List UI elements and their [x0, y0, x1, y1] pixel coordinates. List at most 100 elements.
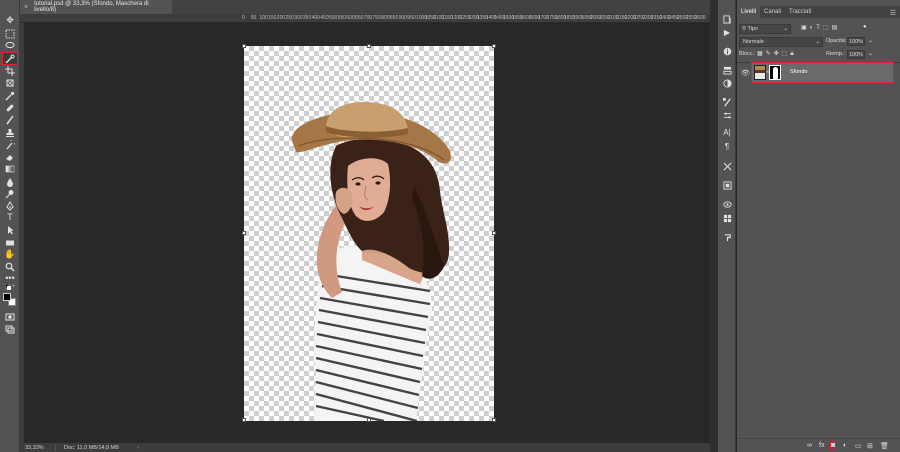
- quick-mask-icon[interactable]: [3, 311, 17, 322]
- layers-panel-tabs: Livelli Canali Tracciati: [737, 6, 900, 18]
- marquee-tool-icon[interactable]: [3, 28, 17, 39]
- filter-smart-object-icon[interactable]: ▤: [832, 25, 841, 31]
- styles-panel-icon[interactable]: [722, 232, 732, 242]
- layer-row[interactable]: 👁︎ ∞ Sfondo: [737, 62, 900, 83]
- zoom-level[interactable]: 33,33%: [20, 444, 56, 451]
- layer-name[interactable]: Sfondo: [790, 69, 807, 75]
- ruler-tick-label: 450: [320, 15, 329, 21]
- document-tab[interactable]: × tutorial.psd @ 33,3% (Sfondo, Maschera…: [20, 0, 172, 14]
- layer-mask-thumbnail[interactable]: [769, 65, 781, 80]
- tools-panel: ✥ T ✋ •••: [0, 0, 20, 452]
- panel-menu-icon[interactable]: ☰: [890, 9, 896, 17]
- zoom-tool-icon[interactable]: [3, 261, 17, 272]
- new-layer-icon[interactable]: ⊞: [867, 442, 873, 450]
- layer-thumbnail[interactable]: [754, 65, 766, 80]
- blend-mode-select[interactable]: Normale ⌄: [739, 37, 823, 47]
- actions-play-icon[interactable]: ▶: [722, 28, 732, 38]
- transform-handle[interactable]: [367, 44, 371, 48]
- gradient-tool-icon[interactable]: [3, 163, 17, 174]
- type-tool-icon[interactable]: T: [3, 212, 17, 223]
- frame-tool-icon[interactable]: [3, 77, 17, 88]
- history-panel-icon[interactable]: [722, 14, 732, 24]
- tab-paths[interactable]: Tracciati: [785, 6, 815, 18]
- lock-pixels-icon[interactable]: ✎: [766, 51, 774, 57]
- document-tab-bar: × tutorial.psd @ 33,3% (Sfondo, Maschera…: [20, 0, 710, 14]
- info-panel-icon[interactable]: [722, 46, 732, 56]
- ruler-tick-label: 50: [250, 15, 257, 21]
- layer-filter-select[interactable]: ⚲ Tipo ⌄: [739, 24, 791, 34]
- opacity-label: Opacità:: [826, 38, 847, 44]
- chevron-down-icon[interactable]: ⌄: [868, 50, 873, 57]
- visibility-eye-icon[interactable]: 👁︎: [741, 69, 750, 77]
- status-menu-arrow-icon[interactable]: ›: [137, 445, 139, 451]
- default-colors-icon[interactable]: [3, 284, 17, 292]
- rectangle-tool-icon[interactable]: [3, 237, 17, 248]
- glyphs-panel-icon[interactable]: [722, 180, 732, 190]
- brush-tool-icon[interactable]: [3, 114, 17, 125]
- transform-handle[interactable]: [242, 418, 246, 422]
- character-panel-icon[interactable]: A|: [722, 128, 732, 138]
- eyedropper-tool-icon[interactable]: [3, 90, 17, 101]
- libraries-panel-icon[interactable]: [722, 199, 732, 209]
- adjustments-panel-icon[interactable]: [722, 65, 732, 75]
- horizontal-ruler[interactable]: 0 50 100 150 200 250 300 350 400 450 500 550 600 650 7…: [20, 14, 710, 23]
- pen-tool-icon[interactable]: [3, 200, 17, 211]
- clone-stamp-tool-icon[interactable]: [3, 127, 17, 138]
- delete-layer-trash-icon[interactable]: 🗑︎: [880, 442, 889, 450]
- hand-tool-icon[interactable]: ✋: [3, 249, 17, 260]
- eraser-tool-icon[interactable]: [3, 151, 17, 162]
- more-tools-icon[interactable]: •••: [3, 273, 17, 284]
- add-layer-mask-icon[interactable]: ◙: [829, 441, 837, 450]
- filter-toggle-icon[interactable]: ●: [863, 24, 867, 30]
- layer-filter-icons: ▣◐T⬚▤: [801, 24, 840, 31]
- lasso-tool-icon[interactable]: [3, 40, 17, 51]
- ruler-tick-label: 600: [346, 15, 355, 21]
- transform-handle[interactable]: [242, 44, 246, 48]
- brush-settings-icon[interactable]: [722, 97, 732, 107]
- transform-handle[interactable]: [492, 44, 496, 48]
- swatches-panel-icon[interactable]: [722, 213, 732, 223]
- new-group-folder-icon[interactable]: ▭: [855, 442, 862, 450]
- tab-channels[interactable]: Canali: [760, 6, 785, 18]
- color-panel-icon[interactable]: [722, 78, 732, 88]
- filter-pixel-icon[interactable]: ▣: [801, 25, 810, 31]
- transform-handle[interactable]: [492, 231, 496, 235]
- new-adjustment-layer-icon[interactable]: ◐: [843, 442, 847, 449]
- filter-type-icon[interactable]: T: [816, 25, 823, 31]
- tools-options-icon[interactable]: [722, 161, 732, 171]
- document-tab-title: tutorial.psd @ 33,3% (Sfondo, Maschera d…: [34, 1, 149, 13]
- path-selection-tool-icon[interactable]: [3, 224, 17, 235]
- fill-field[interactable]: 100%: [847, 50, 865, 59]
- lock-position-icon[interactable]: ✥: [774, 51, 782, 57]
- transform-handle[interactable]: [492, 418, 496, 422]
- history-brush-tool-icon[interactable]: [3, 139, 17, 150]
- transform-handle[interactable]: [242, 231, 246, 235]
- ruler-tick-label: 650: [355, 15, 364, 21]
- ruler-tick-label: 350: [302, 15, 312, 21]
- paragraph-panel-icon[interactable]: ¶: [722, 142, 732, 152]
- healing-brush-tool-icon[interactable]: [3, 102, 17, 113]
- chevron-down-icon[interactable]: ⌄: [868, 37, 873, 44]
- quick-selection-tool-icon[interactable]: [2, 52, 18, 65]
- move-tool-icon[interactable]: ✥: [3, 15, 17, 26]
- lock-all-icon[interactable]: 🔒︎: [790, 51, 796, 57]
- selected-layer-highlight[interactable]: ∞ Sfondo: [751, 62, 894, 83]
- tab-layers[interactable]: Livelli: [737, 6, 761, 18]
- crop-tool-icon[interactable]: [3, 65, 17, 76]
- document-canvas[interactable]: [242, 44, 496, 422]
- screen-mode-icon[interactable]: [3, 323, 17, 334]
- opacity-field[interactable]: 100%: [847, 37, 865, 46]
- lock-transparent-icon[interactable]: ▦: [757, 51, 766, 57]
- link-layers-icon[interactable]: ∞: [807, 442, 812, 449]
- transform-handle[interactable]: [367, 418, 371, 422]
- foreground-color-swatch[interactable]: [3, 293, 11, 301]
- filter-shape-icon[interactable]: ⬚: [823, 25, 832, 31]
- dodge-tool-icon[interactable]: [3, 188, 17, 199]
- ruler-tick-label: 100: [259, 15, 268, 21]
- blur-tool-icon[interactable]: [3, 176, 17, 187]
- chevron-down-icon: ⌄: [783, 26, 788, 32]
- layer-style-fx-icon[interactable]: fx: [819, 442, 824, 449]
- close-tab-icon[interactable]: ×: [24, 4, 28, 11]
- canvas-area[interactable]: [24, 23, 710, 443]
- properties-panel-icon[interactable]: [722, 110, 732, 120]
